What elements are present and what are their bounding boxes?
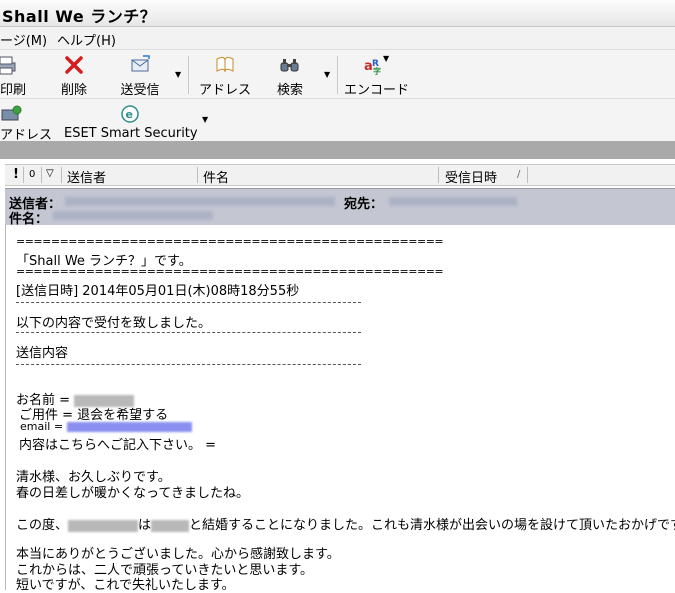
to-value-redacted [389, 197, 517, 206]
encode-button[interactable]: a R 字 エンコード [344, 53, 410, 98]
svg-text:e: e [126, 108, 133, 121]
email-link-redacted[interactable] [66, 422, 192, 432]
window-title: Shall We ランチ？ [2, 7, 157, 26]
sort-indicator-icon: / [517, 169, 521, 180]
address-person-icon [1, 105, 22, 121]
address-book-icon [216, 56, 234, 73]
contents-heading: 送信内容 [16, 346, 69, 361]
address-button[interactable]: アドレス [0, 102, 52, 144]
toolbar-separator [337, 56, 338, 94]
dashed-rule [16, 364, 361, 365]
separator-line: ========================================… [16, 265, 444, 278]
encode-dropdown-icon[interactable]: ▼ [383, 54, 389, 63]
sender-column-header[interactable]: 送信者 [67, 167, 106, 186]
name-redacted [68, 519, 139, 532]
encode-icon: a R 字 [364, 59, 381, 75]
email-field: email = [20, 420, 192, 433]
address-book-button[interactable]: アドレス [198, 53, 252, 98]
email-label: email = [20, 420, 64, 433]
message-list-header: ! 0 ▽ 送信者 件名 受信日時 / [5, 164, 675, 186]
main-toolbar: 印刷 削除 送受信 ▼ アドレス 検索 ▼ a R 字 エンコード ▼ [0, 49, 675, 98]
printer-icon [0, 56, 16, 75]
send-receive-dropdown-icon[interactable]: ▼ [175, 70, 181, 79]
delete-x-icon [65, 56, 83, 74]
subject-value-redacted [53, 211, 213, 220]
menu-item-help[interactable]: ヘルプ(H) [57, 30, 116, 49]
eset-button[interactable]: e ESET Smart Security [64, 102, 198, 144]
thanks-line-3: 短いですが、これで失礼いたします。 [16, 578, 235, 593]
pane-splitter[interactable] [0, 141, 675, 159]
from-value-redacted [65, 197, 335, 206]
search-label: 検索 [276, 83, 303, 98]
secondary-toolbar: アドレス e ESET Smart Security ▼ [0, 98, 675, 144]
date-column-header[interactable]: 受信日時 [445, 167, 497, 186]
dashed-rule [16, 332, 361, 333]
menu-bar: ージ(M) ヘルプ(H) [0, 27, 675, 49]
dashed-rule [16, 302, 361, 303]
search-dropdown-icon[interactable]: ▼ [324, 70, 330, 79]
name-redacted [151, 519, 190, 532]
subject-column-header[interactable]: 件名 [203, 167, 229, 186]
search-button[interactable]: 検索 [268, 53, 312, 98]
separator-line: ========================================… [16, 235, 444, 248]
message-header: 送信者： 宛先： 件名： [5, 188, 675, 227]
marriage-announcement: この度、はと結婚することになりました。これも清水様が出会いの場を設けて頂いたおか… [16, 518, 675, 533]
search-icon [280, 59, 299, 72]
encode-label: エンコード [344, 83, 410, 98]
message-body[interactable]: ========================================… [5, 225, 675, 593]
menu-item-page[interactable]: ージ(M) [0, 30, 47, 49]
delete-button[interactable]: 削除 [52, 53, 96, 98]
send-receive-button[interactable]: 送受信 [114, 53, 166, 98]
print-label: 印刷 [0, 83, 27, 98]
eset-label: ESET Smart Security [64, 126, 198, 141]
address-label: アドレス [198, 83, 251, 98]
eset-logo-icon: e [121, 105, 139, 123]
attachment-column-header[interactable]: 0 [29, 169, 35, 180]
send-receive-label: 送受信 [120, 83, 160, 98]
flag-column-header[interactable]: ▽ [46, 168, 54, 179]
eset-dropdown-icon[interactable]: ▼ [202, 115, 208, 124]
importance-column-header[interactable]: ! [13, 167, 19, 182]
svg-text:字: 字 [373, 66, 381, 75]
title-bar: Shall We ランチ？ [0, 0, 675, 27]
delete-label: 削除 [60, 83, 87, 98]
to-label: 宛先： [344, 197, 384, 212]
greeting-line-2: 春の日差しが暖かくなってきましたね。 [16, 486, 249, 501]
toolbar-separator [188, 56, 189, 94]
print-button[interactable]: 印刷 [0, 53, 30, 98]
received-notice: 以下の内容で受付を致しました。 [16, 316, 212, 331]
sent-datetime: [送信日時] 2014年05月01日(木)08時18分55秒 [16, 284, 300, 299]
send-receive-icon [131, 55, 150, 72]
content-label: 内容はこちらへご記入下さい。 = [19, 438, 217, 453]
